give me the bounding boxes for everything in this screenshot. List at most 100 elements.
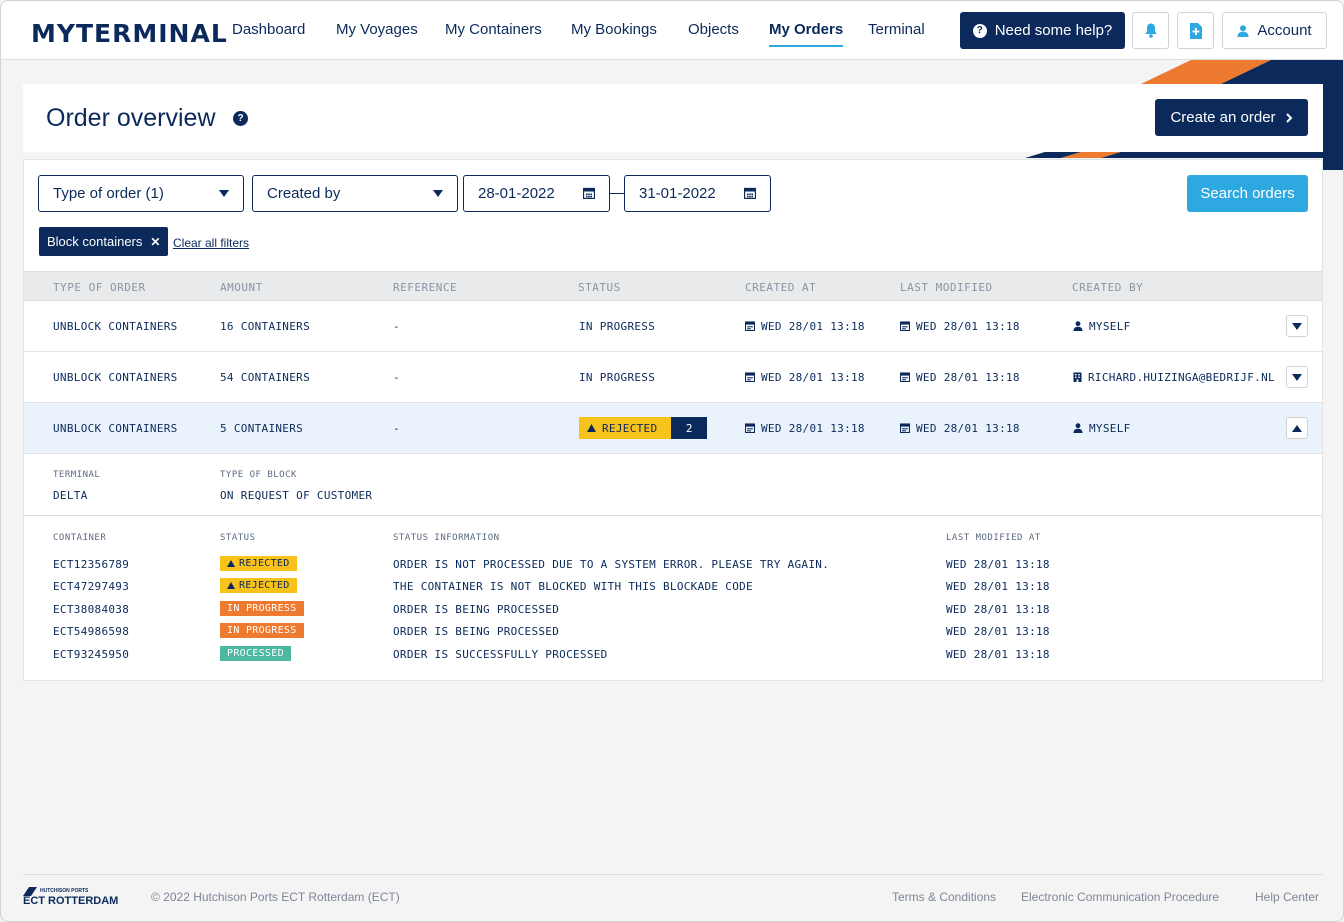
help-button-label: Need some help? — [994, 22, 1113, 39]
column-header: STATUS INFORMATION — [393, 533, 500, 543]
nav-terminal[interactable]: Terminal — [868, 21, 925, 38]
warning-icon — [587, 424, 596, 432]
column-header[interactable]: CREATED BY — [1072, 281, 1143, 294]
clear-all-filters-link[interactable]: Clear all filters — [173, 236, 249, 250]
type-of-order-select[interactable]: Type of order (1) — [38, 175, 244, 212]
nav-objects[interactable]: Objects — [688, 21, 739, 38]
last-modified: WED 28/01 13:18 — [899, 371, 1020, 385]
top-navigation: MYTERMINAL Dashboard My Voyages My Conta… — [1, 1, 1343, 60]
nav-my-bookings[interactable]: My Bookings — [571, 21, 657, 38]
footer-logo-big: ECT ROTTERDAM — [23, 895, 119, 907]
mytermial-logo[interactable]: MYTERMINAL — [31, 19, 228, 48]
block-type-label: TYPE OF BLOCK — [220, 470, 297, 480]
order-amount: 5 CONTAINERS — [220, 422, 304, 435]
nav-dashboard[interactable]: Dashboard — [232, 21, 305, 38]
status-badge: REJECTED — [220, 556, 297, 571]
order-status: IN PROGRESS — [579, 320, 656, 333]
terminal-value: DELTA — [53, 489, 88, 502]
calendar-icon — [899, 321, 911, 334]
created-by-select[interactable]: Created by — [252, 175, 458, 212]
account-button[interactable]: Account — [1222, 12, 1327, 49]
warning-icon — [227, 560, 235, 567]
container-row: ECT38084038 IN PROGRESS ORDER IS BEING P… — [24, 599, 1322, 619]
last-modified-at: WED 28/01 13:18 — [946, 648, 1050, 661]
column-header[interactable]: CREATED AT — [745, 281, 816, 294]
last-modified: WED 28/01 13:18 — [899, 320, 1020, 334]
expand-row-button[interactable] — [1286, 366, 1308, 388]
container-id: ECT38084038 — [53, 603, 130, 616]
column-header[interactable]: STATUS — [578, 281, 621, 294]
question-icon: ? — [972, 23, 987, 38]
created-at: WED 28/01 13:18 — [744, 320, 865, 334]
search-orders-button[interactable]: Search orders — [1187, 175, 1308, 212]
order-reference: - — [393, 422, 400, 435]
order-type: UNBLOCK CONTAINERS — [53, 422, 178, 435]
order-status: IN PROGRESS — [579, 371, 656, 384]
calendar-icon — [583, 187, 595, 199]
order-type: UNBLOCK CONTAINERS — [53, 371, 178, 384]
calendar-icon — [744, 423, 756, 436]
table-row[interactable]: UNBLOCK CONTAINERS 5 CONTAINERS - REJECT… — [24, 403, 1322, 454]
container-id: ECT54986598 — [53, 625, 130, 638]
column-header[interactable]: TYPE OF ORDER — [53, 281, 146, 294]
collapse-row-button[interactable] — [1286, 417, 1308, 439]
footer-divider — [23, 874, 1323, 875]
calendar-icon — [899, 423, 911, 436]
building-icon — [1073, 372, 1082, 385]
status-information: ORDER IS BEING PROCESSED — [393, 603, 560, 616]
chip-label: Block containers — [47, 234, 143, 249]
table-row[interactable]: UNBLOCK CONTAINERS 16 CONTAINERS - IN PR… — [24, 301, 1322, 352]
status-badge: REJECTED — [220, 578, 297, 593]
created-by: MYSELF — [1073, 320, 1131, 334]
communication-procedure-link[interactable]: Electronic Communication Procedure — [1021, 890, 1219, 904]
column-header: LAST MODIFIED AT — [946, 533, 1041, 543]
close-icon[interactable]: ✕ — [150, 235, 160, 249]
nav-my-containers[interactable]: My Containers — [445, 21, 542, 38]
container-id: ECT12356789 — [53, 558, 130, 571]
terms-link[interactable]: Terms & Conditions — [892, 890, 996, 904]
date-range-connector — [610, 193, 624, 194]
column-header[interactable]: AMOUNT — [220, 281, 263, 294]
question-icon[interactable]: ? — [233, 111, 248, 126]
create-order-button[interactable]: Create an order — [1155, 99, 1308, 136]
last-modified-value: WED 28/01 13:18 — [916, 320, 1020, 333]
status-text: REJECTED — [602, 421, 658, 435]
container-row: ECT93245950 PROCESSED ORDER IS SUCCESSFU… — [24, 644, 1322, 664]
last-modified-at: WED 28/01 13:18 — [946, 580, 1050, 593]
status-badge: IN PROGRESS — [220, 601, 304, 616]
container-row: ECT12356789 REJECTED ORDER IS NOT PROCES… — [24, 554, 1322, 574]
notifications-button[interactable] — [1132, 12, 1169, 49]
last-modified-at: WED 28/01 13:18 — [946, 558, 1050, 571]
table-row[interactable]: UNBLOCK CONTAINERS 54 CONTAINERS - IN PR… — [24, 352, 1322, 403]
status-badge: PROCESSED — [220, 646, 291, 661]
created-by-value: MYSELF — [1089, 320, 1131, 333]
chevron-right-icon — [1285, 112, 1292, 123]
nav-my-orders[interactable]: My Orders — [769, 21, 844, 47]
page-header: Order overview ? Create an order — [23, 84, 1323, 152]
nav-my-voyages[interactable]: My Voyages — [336, 21, 418, 38]
container-row: ECT54986598 IN PROGRESS ORDER IS BEING P… — [24, 621, 1322, 641]
status-text: REJECTED — [239, 558, 290, 569]
status-count: 2 — [671, 417, 708, 439]
help-button[interactable]: ? Need some help? — [960, 12, 1125, 49]
add-document-button[interactable] — [1177, 12, 1214, 49]
calendar-icon — [744, 187, 756, 199]
last-modified-at: WED 28/01 13:18 — [946, 625, 1050, 638]
active-filter-chip[interactable]: Block containers ✕ — [39, 227, 169, 256]
order-reference: - — [393, 320, 400, 333]
column-header: STATUS — [220, 533, 256, 543]
file-plus-icon — [1190, 22, 1202, 39]
date-to-input[interactable]: 31-01-2022 — [624, 175, 771, 212]
last-modified: WED 28/01 13:18 — [899, 422, 1020, 436]
order-detail: TERMINAL DELTA TYPE OF BLOCK ON REQUEST … — [24, 453, 1322, 516]
date-from-input[interactable]: 28-01-2022 — [463, 175, 610, 212]
column-header[interactable]: LAST MODIFIED — [900, 281, 993, 294]
column-header[interactable]: REFERENCE — [393, 281, 457, 294]
expand-row-button[interactable] — [1286, 315, 1308, 337]
status-badge: REJECTED 2 — [579, 417, 708, 439]
caret-down-icon — [433, 190, 443, 197]
help-center-link[interactable]: Help Center — [1255, 890, 1319, 904]
warning-icon — [227, 582, 235, 589]
status-information: ORDER IS SUCCESSFULLY PROCESSED — [393, 648, 608, 661]
status-information: ORDER IS BEING PROCESSED — [393, 625, 560, 638]
